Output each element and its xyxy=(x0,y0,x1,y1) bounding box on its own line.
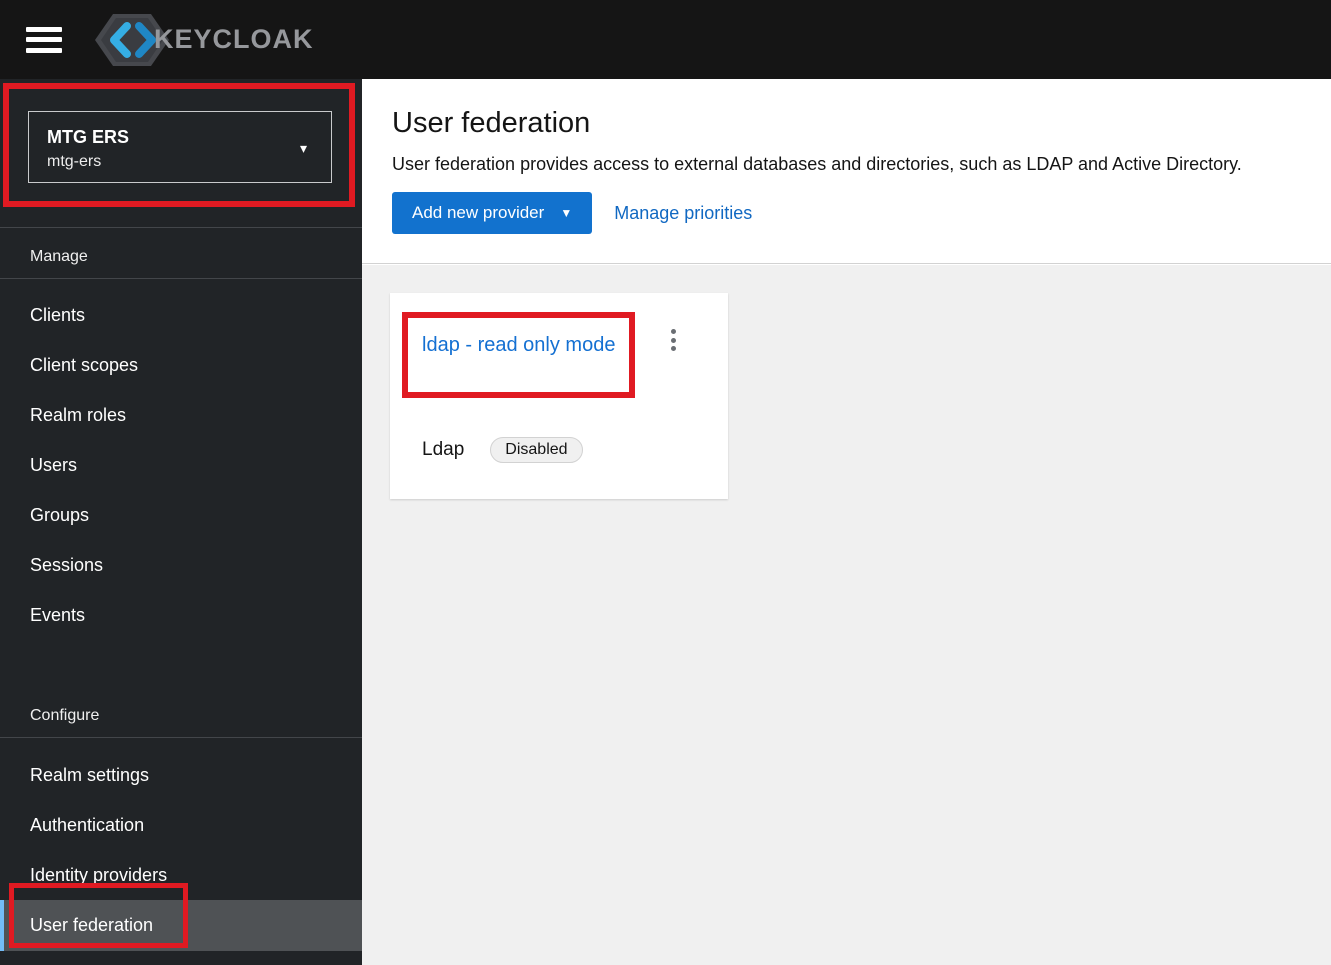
sidebar-item-user-federation[interactable]: User federation xyxy=(0,900,362,951)
provider-type-label: Ldap xyxy=(422,439,465,460)
status-badge: Disabled xyxy=(490,437,583,463)
page-title: User federation xyxy=(392,107,591,139)
sidebar-item-clients[interactable]: Clients xyxy=(0,290,362,340)
sidebar-item-realm-roles[interactable]: Realm roles xyxy=(0,390,362,440)
sidebar-item-events[interactable]: Events xyxy=(0,590,362,640)
content-body: ldap - read only mode Ldap Disabled xyxy=(362,265,1331,965)
manage-priorities-link[interactable]: Manage priorities xyxy=(614,203,752,224)
header-actions: Add new provider ▼ Manage priorities xyxy=(392,192,1331,234)
sidebar-item-client-scopes[interactable]: Client scopes xyxy=(0,340,362,390)
realm-selector-block: MTG ERS mtg-ers ▾ xyxy=(0,79,362,228)
content-header: User federation User federation provides… xyxy=(362,79,1331,264)
sidebar: MTG ERS mtg-ers ▾ Manage Clients Client … xyxy=(0,79,362,965)
chevron-down-icon: ▼ xyxy=(560,206,573,220)
sidebar-item-sessions[interactable]: Sessions xyxy=(0,540,362,590)
chevron-down-icon: ▾ xyxy=(299,140,307,156)
top-bar: KEYCLOAK xyxy=(0,0,1331,79)
add-new-provider-label: Add new provider xyxy=(412,203,545,222)
kebab-menu-icon[interactable] xyxy=(665,327,681,353)
realm-selector[interactable]: MTG ERS mtg-ers ▾ xyxy=(28,111,332,183)
nav-list-configure: Realm settings Authentication Identity p… xyxy=(0,738,362,951)
sidebar-item-identity-providers[interactable]: Identity providers xyxy=(0,850,362,900)
nav-header-manage: Manage xyxy=(0,228,362,279)
sidebar-item-users[interactable]: Users xyxy=(0,440,362,490)
sidebar-item-realm-settings[interactable]: Realm settings xyxy=(0,750,362,800)
nav-list-manage: Clients Client scopes Realm roles Users … xyxy=(0,279,362,640)
realm-name: MTG ERS xyxy=(47,127,130,147)
sidebar-item-authentication[interactable]: Authentication xyxy=(0,800,362,850)
keycloak-logo: KEYCLOAK xyxy=(94,11,314,69)
hamburger-menu-icon[interactable] xyxy=(26,26,62,53)
sidebar-item-groups[interactable]: Groups xyxy=(0,490,362,540)
page-description: User federation provides access to exter… xyxy=(392,154,1242,174)
nav-section-gap xyxy=(0,640,362,687)
add-new-provider-button[interactable]: Add new provider ▼ xyxy=(392,192,593,234)
provider-card: ldap - read only mode Ldap Disabled xyxy=(390,293,728,499)
provider-card-footer: Ldap Disabled xyxy=(422,437,583,463)
provider-card-title-link[interactable]: ldap - read only mode xyxy=(422,330,642,360)
brand-wordmark: KEYCLOAK xyxy=(154,24,314,54)
realm-id: mtg-ers xyxy=(47,153,102,170)
nav-header-configure: Configure xyxy=(0,687,362,738)
